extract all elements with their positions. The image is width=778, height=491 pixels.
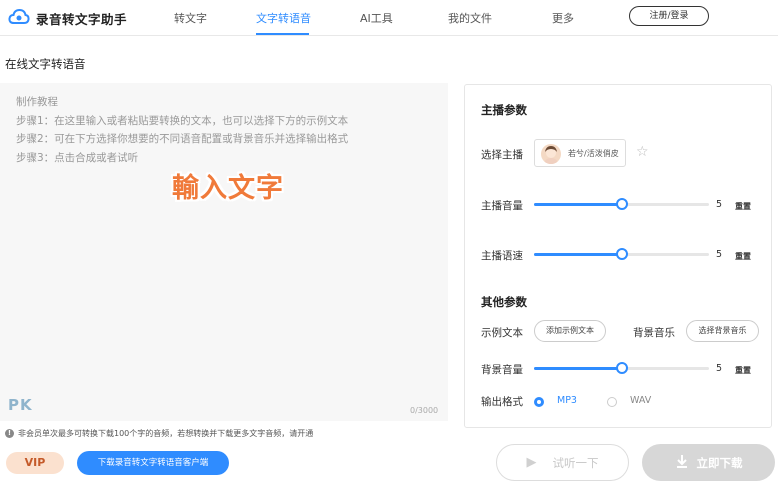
speed-reset-button[interactable]: 重置 [735, 251, 751, 262]
volume-value: 5 [716, 199, 723, 210]
text-input-area[interactable]: 制作教程 步骤1：在这里输入或者粘贴要转换的文本，也可以选择下方的示例文本 步骤… [0, 83, 448, 421]
vip-button[interactable]: VIP [6, 452, 64, 474]
app-title: 录音转文字助手 [36, 12, 128, 27]
speed-slider-thumb[interactable] [615, 248, 628, 260]
play-icon: ▶ [526, 455, 537, 470]
anchor-name: 若兮/活泼俏皮 [568, 149, 619, 158]
mp3-label[interactable]: MP3 [557, 395, 577, 406]
bg-volume-label: 背景音量 [481, 364, 523, 376]
download-now-button[interactable]: 立即下载 [642, 444, 775, 481]
speed-label: 主播语速 [481, 250, 523, 262]
nav-item-ai-tools[interactable]: AI工具 [360, 10, 393, 26]
other-section-title: 其他参数 [481, 295, 527, 309]
bg-music-label: 背景音乐 [633, 327, 675, 339]
volume-label: 主播音量 [481, 200, 523, 212]
tutorial-step-1: 步骤1：在这里输入或者粘贴要转换的文本，也可以选择下方的示例文本 [16, 115, 349, 127]
member-notice: ! 非会员单次最多可转换下载100个字的音频，若想转换并下载更多文字音频，请开通 [5, 428, 313, 439]
speed-slider[interactable] [534, 248, 709, 260]
bg-volume-reset-button[interactable]: 重置 [735, 365, 751, 376]
page-title: 在线文字转语音 [5, 57, 86, 71]
choose-bg-music-button[interactable]: 选择背景音乐 [686, 320, 759, 342]
mp3-radio[interactable] [534, 397, 544, 407]
tutorial-step-3: 步骤3：点击合成或者试听 [16, 152, 139, 164]
volume-slider[interactable] [534, 198, 709, 210]
nav-item-text-to-speech[interactable]: 文字转语音 [256, 10, 311, 26]
settings-panel: 主播参数 选择主播 若兮/活泼俏皮 ☆ 主播音量 5 重置 主播语速 5 重置 … [464, 84, 772, 428]
add-sample-text-button[interactable]: 添加示例文本 [534, 320, 606, 342]
app-logo[interactable]: 录音转文字助手 [8, 8, 127, 29]
volume-reset-button[interactable]: 重置 [735, 201, 751, 212]
input-text-annotation: 輸入文字 [172, 173, 284, 204]
sample-text-label: 示例文本 [481, 327, 523, 339]
speed-value: 5 [716, 249, 723, 260]
cloud-logo-icon [8, 8, 30, 29]
favorite-star-icon[interactable]: ☆ [636, 145, 649, 159]
anchor-section-title: 主播参数 [481, 103, 527, 117]
bg-volume-value: 5 [716, 363, 723, 374]
login-button[interactable]: 注册/登录 [629, 6, 709, 26]
wav-label[interactable]: WAV [630, 395, 651, 406]
tutorial-step-2: 步骤2：可在下方选择你想要的不同语音配置或背景音乐并选择输出格式 [16, 133, 349, 145]
output-format-label: 输出格式 [481, 396, 523, 408]
top-bar: 录音转文字助手 转文字 文字转语音 AI工具 我的文件 更多 注册/登录 [0, 0, 778, 36]
wav-radio[interactable] [607, 397, 617, 407]
try-listen-button[interactable]: ▶ 试听一下 [496, 444, 629, 481]
info-icon: ! [5, 429, 14, 438]
anchor-avatar [541, 144, 561, 164]
nav-item-my-files[interactable]: 我的文件 [448, 10, 492, 26]
download-client-button[interactable]: 下载录音转文字转语音客户端 [77, 451, 229, 475]
bg-volume-slider[interactable] [534, 362, 709, 374]
tutorial-heading: 制作教程 [16, 96, 58, 108]
nav-item-more[interactable]: 更多 [552, 10, 574, 26]
volume-slider-thumb[interactable] [615, 198, 628, 210]
download-now-label: 立即下载 [696, 455, 743, 470]
select-anchor-label: 选择主播 [481, 149, 523, 161]
download-icon [675, 454, 689, 471]
watermark: PK [8, 396, 33, 414]
try-listen-label: 试听一下 [552, 455, 599, 470]
member-notice-text: 非会员单次最多可转换下载100个字的音频，若想转换并下载更多文字音频，请开通 [18, 429, 314, 438]
bg-volume-slider-thumb[interactable] [615, 362, 628, 374]
active-tab-underline [256, 33, 309, 35]
anchor-selector[interactable]: 若兮/活泼俏皮 [534, 139, 626, 167]
nav-item-transcribe[interactable]: 转文字 [174, 10, 207, 26]
char-counter: 0/3000 [410, 406, 439, 415]
